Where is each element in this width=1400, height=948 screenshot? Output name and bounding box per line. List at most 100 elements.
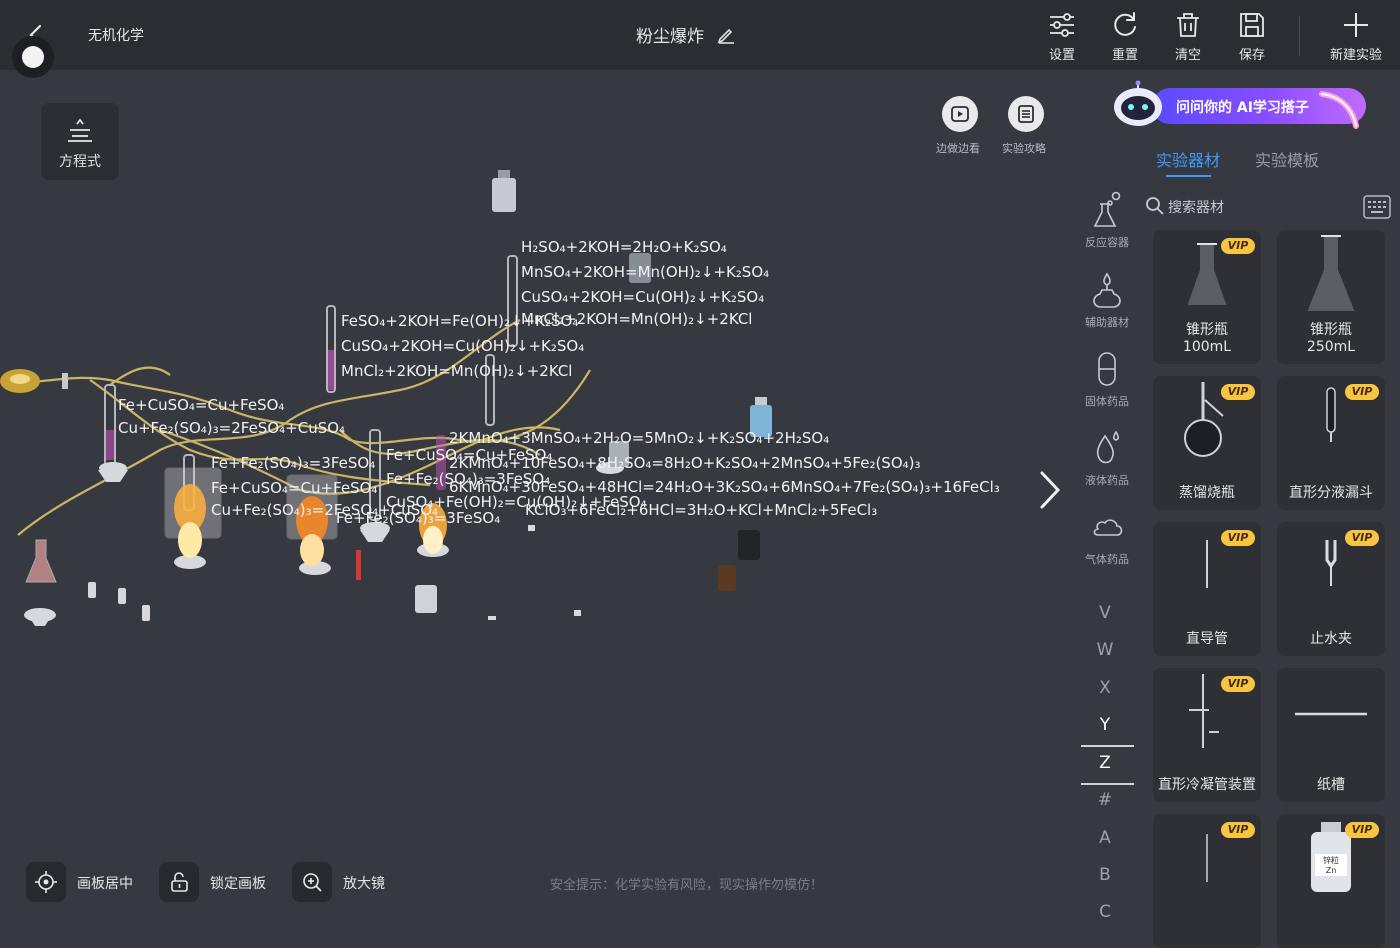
experiment-guide-button[interactable] [1008,96,1044,132]
category-solid-reagent[interactable]: 固体药品 [1078,349,1136,409]
category-liquid-reagent[interactable]: 液体药品 [1078,428,1136,488]
experiment-title[interactable]: 粉尘爆炸 [636,22,704,47]
save-button[interactable]: 保存 [1224,10,1280,66]
vip-badge: VIP [1345,822,1379,838]
category-reaction-vessel[interactable]: 反应容器 [1078,190,1136,250]
save-icon [1240,13,1264,37]
equation-text: Fe+Fe₂(SO₄)₃=3FeSO₄ [211,454,376,472]
alpha-index-item[interactable]: A [1090,828,1120,848]
equation-text: MnSO₄+2KOH=Mn(OH)₂↓+K₂SO₄ [521,263,770,281]
settings-button[interactable]: 设置 [1034,10,1090,66]
item-card-zinc-bottle[interactable]: 锌粒 Zn VIP [1277,814,1385,948]
guide-list-icon [1018,105,1034,123]
equation-text: FeSO₄+2KOH=Fe(OH)₂↓+K₂SO₄ [341,312,579,330]
category-label: 反应容器 [1085,236,1129,249]
droplet-icon [1096,430,1120,464]
learn-while-doing-label: 边做边看 [936,142,980,155]
vip-badge: VIP [1345,384,1379,400]
equation-text: CuSO₄+2KOH=Cu(OH)₂↓+K₂SO₄ [341,337,585,355]
new-experiment-button[interactable]: 新建实验 [1321,10,1391,66]
alpha-index-item[interactable]: # [1090,790,1120,810]
alpha-index-item-active[interactable]: Z [1090,753,1120,773]
item-label: 锥形瓶 250mL [1306,322,1356,355]
alpha-active-line [1081,783,1134,785]
alpha-index-item[interactable]: C [1090,902,1120,922]
item-card-paper-trough[interactable]: 纸槽 [1277,668,1385,802]
item-card-separatory-funnel[interactable]: VIP 直形分液漏斗 [1277,376,1385,510]
equation-text: Fe+CuSO₄=Cu+FeSO₄ [118,396,285,414]
alpha-index-item[interactable]: X [1090,678,1120,698]
experiment-guide-label: 实验攻略 [1002,142,1046,155]
vip-badge: VIP [1221,238,1255,254]
vip-badge: VIP [1221,676,1255,692]
item-card-condenser[interactable]: VIP 直形冷凝管装置 [1153,668,1261,802]
item-card-erlenmeyer-250[interactable]: 锥形瓶 250mL [1277,230,1385,364]
category-label: 辅助器材 [1085,316,1129,329]
alpha-index-item[interactable]: Y [1090,715,1120,735]
experiment-canvas[interactable]: H₂SO₄+2KOH=2H₂O+K₂SO₄ MnSO₄+2KOH=Mn(OH)₂… [0,70,1085,850]
clear-label: 清空 [1174,48,1201,63]
equation-text: 2KMnO₄+10FeSO₄+8H₂SO₄=8H₂O+K₂SO₄+2MnSO₄+… [449,454,921,472]
search-input[interactable] [1166,195,1350,219]
alpha-active-line [1081,745,1134,747]
keyboard-icon[interactable] [1363,195,1391,219]
category-label: 固体药品 [1085,395,1129,408]
magnifier-button[interactable] [292,862,332,902]
item-card-clamp[interactable]: VIP 止水夹 [1277,522,1385,656]
tail-ribbon-icon [1319,91,1359,129]
search-icon [1146,197,1164,215]
alpha-index-item[interactable]: V [1090,603,1120,623]
chevron-right-icon[interactable] [1036,470,1064,510]
crosshair-icon [35,871,57,893]
save-label: 保存 [1238,48,1265,63]
settings-sliders-icon [1050,13,1074,37]
equation-text: Fe+CuSO₄=Cu+FeSO₄ [211,479,378,497]
alpha-index-item[interactable]: W [1090,640,1120,660]
item-label: 锥形瓶 100mL [1182,322,1232,355]
item-card-erlenmeyer-100[interactable]: VIP 锥形瓶 100mL [1153,230,1261,364]
item-card-distillation-flask[interactable]: VIP 蒸馏烧瓶 [1153,376,1261,510]
equation-text: 2KMnO₄+3MnSO₄+2H₂O=5MnO₂↓+K₂SO₄+2H₂SO₄ [449,429,830,447]
top-bar: 无机化学 粉尘爆炸 设置 重置 清空 保存 新建实验 [0,0,1400,70]
tab-template[interactable]: 实验模板 [1255,147,1319,171]
equation-text: MnCl₂+2KOH=Mn(OH)₂↓+2KCl [341,362,573,380]
clear-button[interactable]: 清空 [1160,10,1216,66]
vip-badge: VIP [1221,530,1255,546]
paper-trough-icon [1295,712,1367,716]
trash-icon [1177,13,1199,37]
tab-apparatus[interactable]: 实验器材 [1156,147,1220,171]
center-board-button[interactable] [26,862,66,902]
zoom-in-icon [303,873,322,892]
safety-tip: 安全提示：化学实验有风险，现实操作勿模仿！ [550,878,824,893]
erlenmeyer-flask-icon [1307,235,1355,311]
learn-while-doing-button[interactable] [942,96,978,132]
alpha-index-item[interactable]: B [1090,865,1120,885]
edit-pencil-icon[interactable] [716,24,736,44]
item-card-thin-tube[interactable]: VIP [1153,814,1261,948]
toolbar-divider [1299,16,1300,56]
ai-robot-icon [1114,80,1162,126]
center-board-label: 画板居中 [77,876,133,892]
equation-text: H₂SO₄+2KOH=2H₂O+K₂SO₄ [521,238,727,256]
lock-board-button[interactable] [159,862,199,902]
item-label: 纸槽 [1317,777,1345,793]
capsule-icon [1098,352,1116,386]
flask-bubble-icon [1093,191,1121,227]
cloud-icon [1093,519,1123,536]
item-label: 直形冷凝管装置 [1158,777,1256,793]
category-label: 气体药品 [1085,553,1129,566]
category-auxiliary[interactable]: 辅助器材 [1078,270,1136,330]
bottle-label: 锌粒 Zn [1323,856,1339,875]
equation-text: Cu+Fe₂(SO₄)₃=2FeSO₄+CuSO₄ [118,419,346,437]
item-label: 直导管 [1186,631,1228,647]
equation-text: CuSO₄+2KOH=Cu(OH)₂↓+K₂SO₄ [521,288,765,306]
category-gas-reagent[interactable]: 气体药品 [1078,507,1136,567]
item-card-straight-tube[interactable]: VIP 直导管 [1153,522,1261,656]
vip-badge: VIP [1345,530,1379,546]
vip-badge: VIP [1221,384,1255,400]
reset-button[interactable]: 重置 [1097,10,1153,66]
active-tab-indicator [1166,175,1211,177]
unlock-icon [171,872,188,892]
item-label: 止水夹 [1310,631,1352,647]
reset-label: 重置 [1111,48,1138,63]
